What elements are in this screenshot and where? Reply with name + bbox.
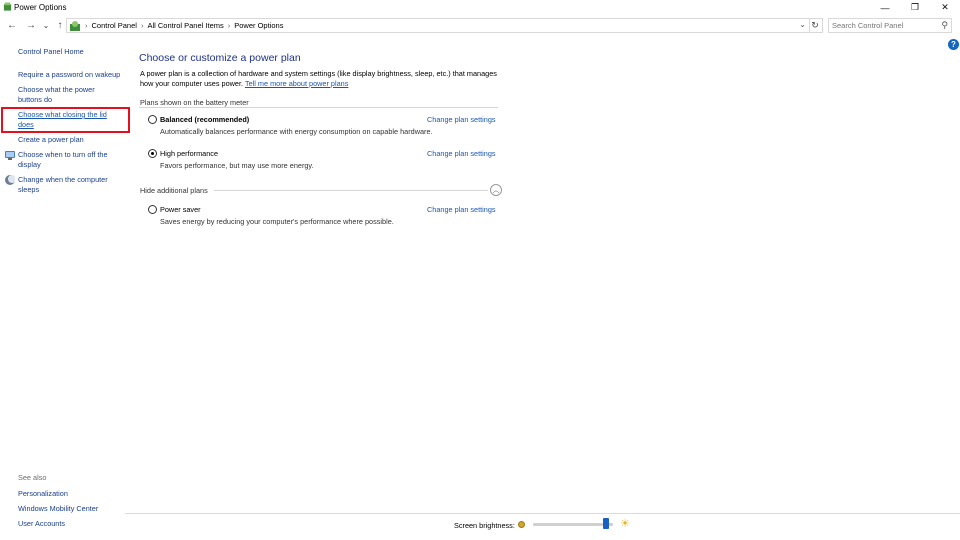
recent-locations-chevron-icon[interactable]: ⌄ xyxy=(39,18,53,32)
left-pane: Control Panel Home Require a password on… xyxy=(0,34,130,540)
sidebar-item-computer-sleeps[interactable]: Change when the computer sleeps xyxy=(18,175,118,195)
moon-icon xyxy=(5,175,15,185)
control-panel-icon xyxy=(70,21,80,31)
power-options-icon xyxy=(3,2,12,11)
breadcrumb-control-panel[interactable]: Control Panel xyxy=(92,21,137,30)
plan-power-saver: Power saver Saves energy by reducing you… xyxy=(148,205,498,229)
brightness-slider-thumb[interactable] xyxy=(603,518,610,529)
tell-me-more-link[interactable]: Tell me more about power plans xyxy=(245,79,348,88)
search-box[interactable]: ⚲ xyxy=(828,18,952,33)
display-icon xyxy=(5,151,15,160)
title-bar: Power Options — ❐ ✕ xyxy=(0,0,960,15)
breadcrumb: › Control Panel › All Control Panel Item… xyxy=(85,21,283,30)
plan-balanced: Balanced (recommended) Automatically bal… xyxy=(148,115,498,139)
hidden-plans-divider xyxy=(214,190,488,191)
see-also-mobility-center-link[interactable]: Windows Mobility Center xyxy=(18,504,98,513)
refresh-icon[interactable]: ↻ xyxy=(808,18,823,33)
page-description: A power plan is a collection of hardware… xyxy=(140,69,500,89)
bottom-divider xyxy=(125,513,960,514)
page-title: Choose or customize a power plan xyxy=(139,52,301,64)
sidebar-item-turn-off-display[interactable]: Choose when to turn off the display xyxy=(18,150,118,170)
breadcrumb-power-options[interactable]: Power Options xyxy=(234,21,283,30)
brightness-slider[interactable] xyxy=(533,523,613,526)
collapse-chevron-up-icon[interactable]: ︿ xyxy=(490,184,502,196)
hidden-plans-group-label: Hide additional plans xyxy=(140,186,208,195)
plan-balanced-settings-link[interactable]: Change plan settings xyxy=(427,115,496,124)
plan-power-saver-radio[interactable] xyxy=(148,205,157,214)
screen-brightness-label: Screen brightness: xyxy=(454,521,515,530)
maximize-button[interactable]: ❐ xyxy=(900,0,930,15)
plan-high-performance-name[interactable]: High performance xyxy=(160,149,218,158)
plan-high-performance: High performance Favors performance, but… xyxy=(148,149,498,173)
address-bar[interactable]: › Control Panel › All Control Panel Item… xyxy=(66,18,810,33)
window-title: Power Options xyxy=(14,3,67,12)
plan-balanced-radio[interactable] xyxy=(148,115,157,124)
plan-power-saver-description: Saves energy by reducing your computer's… xyxy=(160,217,394,226)
plan-power-saver-name[interactable]: Power saver xyxy=(160,205,201,214)
search-icon[interactable]: ⚲ xyxy=(941,20,948,31)
up-arrow-icon[interactable]: ↑ xyxy=(53,18,67,32)
sidebar-item-require-password[interactable]: Require a password on wakeup xyxy=(18,70,126,80)
plan-high-performance-description: Favors performance, but may use more ene… xyxy=(160,161,314,170)
plan-high-performance-radio[interactable] xyxy=(148,149,157,158)
navigation-bar: ← → ⌄ ↑ › Control Panel › All Control Pa… xyxy=(0,16,960,34)
breadcrumb-all-items[interactable]: All Control Panel Items xyxy=(147,21,223,30)
dim-sun-icon xyxy=(518,521,525,528)
battery-meter-group-label: Plans shown on the battery meter xyxy=(140,98,249,107)
plan-balanced-description: Automatically balances performance with … xyxy=(160,127,433,136)
breadcrumb-separator: › xyxy=(227,21,231,30)
minimize-button[interactable]: — xyxy=(870,0,900,15)
plan-balanced-name[interactable]: Balanced (recommended) xyxy=(160,115,249,124)
bright-sun-icon: ☀ xyxy=(620,518,630,530)
sidebar-item-power-buttons[interactable]: Choose what the power buttons do xyxy=(18,85,114,105)
sidebar-item-create-plan[interactable]: Create a power plan xyxy=(18,135,126,145)
see-also-personalization-link[interactable]: Personalization xyxy=(18,489,68,498)
help-icon[interactable]: ? xyxy=(948,39,959,50)
control-panel-home-link[interactable]: Control Panel Home xyxy=(18,47,126,57)
see-also-label: See also xyxy=(18,473,47,482)
forward-arrow-icon[interactable]: → xyxy=(24,18,38,32)
battery-meter-divider xyxy=(139,107,498,108)
breadcrumb-separator: › xyxy=(140,21,144,30)
breadcrumb-separator: › xyxy=(85,21,88,30)
see-also-user-accounts-link[interactable]: User Accounts xyxy=(18,519,65,528)
close-button[interactable]: ✕ xyxy=(930,0,960,15)
search-input[interactable] xyxy=(829,19,939,32)
address-dropdown-icon[interactable]: ⌄ xyxy=(799,20,806,29)
plan-power-saver-settings-link[interactable]: Change plan settings xyxy=(427,205,496,214)
sidebar-item-closing-lid[interactable]: Choose what closing the lid does xyxy=(18,110,118,130)
back-arrow-icon[interactable]: ← xyxy=(5,18,19,32)
plan-high-performance-settings-link[interactable]: Change plan settings xyxy=(427,149,496,158)
